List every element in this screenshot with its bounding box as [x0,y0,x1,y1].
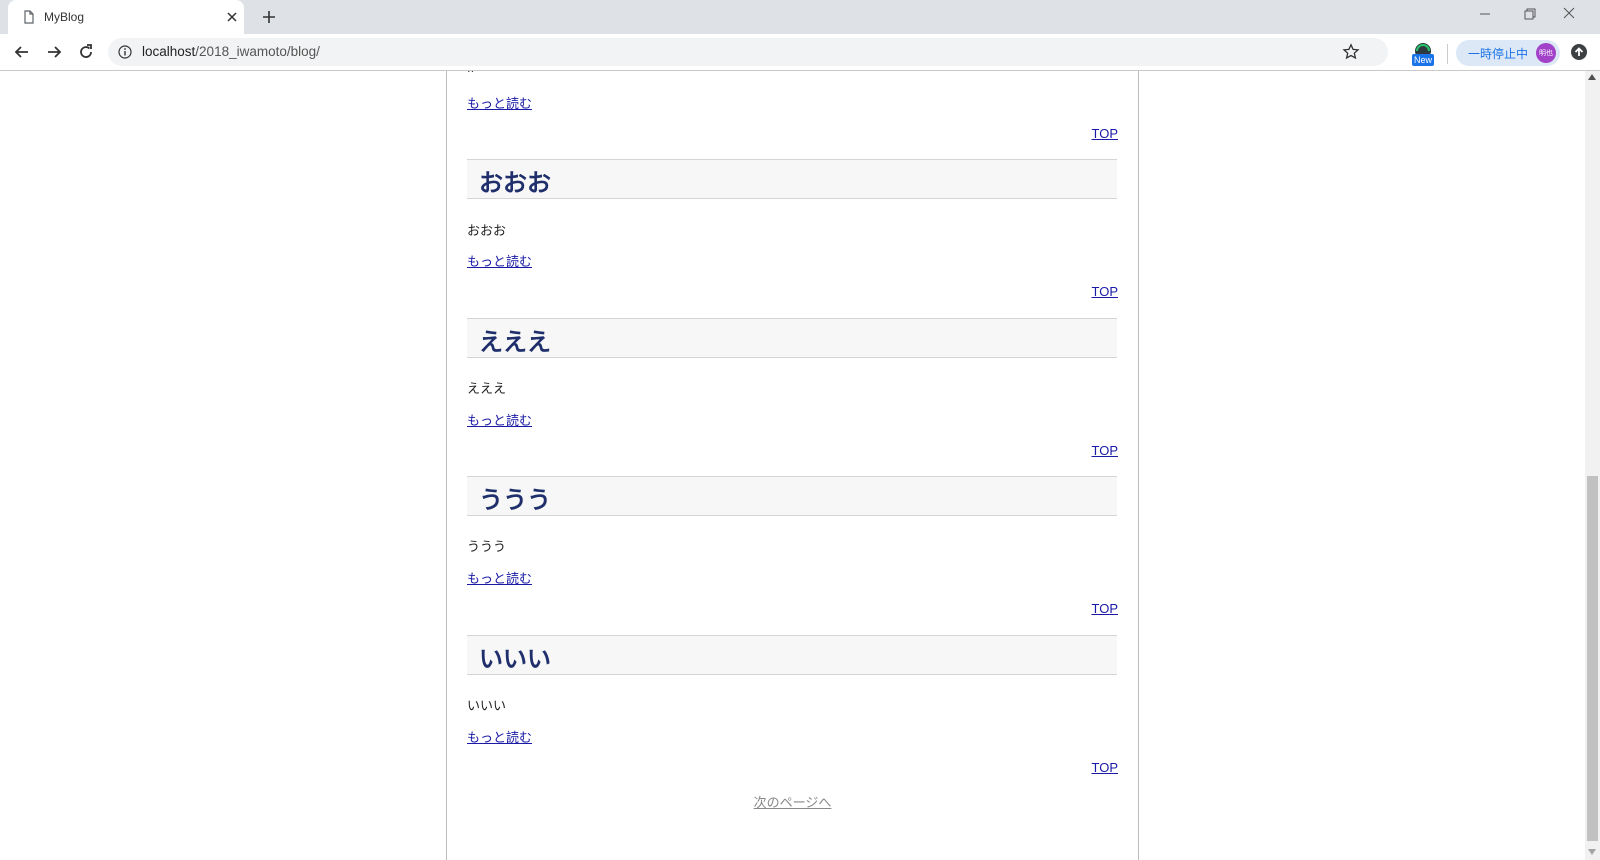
close-tab-icon[interactable] [224,9,240,25]
profile-sync-paused-button[interactable]: 一時停止中 明也 [1456,40,1560,66]
top-link[interactable]: TOP [1092,443,1119,458]
url-text[interactable]: localhost/2018_iwamoto/blog/ [142,44,320,59]
url-path: /2018_iwamoto/blog/ [195,44,320,59]
minimize-icon[interactable] [1470,4,1500,24]
post-body-fragment: ii [467,71,474,76]
scroll-down-arrow-icon[interactable] [1588,849,1596,855]
vertical-scrollbar[interactable] [1585,71,1600,860]
top-link[interactable]: TOP [1092,601,1119,616]
read-more-link[interactable]: もっと読む [467,410,532,429]
post-title: いいい [479,645,551,673]
bookmark-star-icon[interactable] [1342,43,1360,61]
read-more-link[interactable]: もっと読む [467,93,532,112]
top-link[interactable]: TOP [1092,284,1119,299]
toolbar-divider [1447,44,1448,64]
read-more-link[interactable]: もっと読む [467,251,532,270]
sync-paused-label: 一時停止中 [1468,47,1529,61]
post-body: えええ [467,382,507,397]
extension-new-badge: New [1412,54,1435,66]
new-tab-icon[interactable] [260,8,278,26]
scroll-up-arrow-icon[interactable] [1588,74,1596,80]
read-more-link[interactable]: もっと読む [467,727,532,746]
update-menu-icon[interactable] [1570,43,1588,61]
scrollbar-thumb[interactable] [1587,476,1598,841]
post-title-bar: いいい [467,635,1117,675]
blog-content-column: ii もっと読む TOP おおお おおお もっと読む TOP えええ えええ も… [446,71,1139,860]
forward-arrow-icon[interactable] [44,42,64,62]
page-viewport: ii もっと読む TOP おおお おおお もっと読む TOP えええ えええ も… [0,71,1585,860]
post-title: えええ [479,328,551,356]
url-host: localhost [142,44,196,59]
post-body: おおお [467,224,507,239]
top-link[interactable]: TOP [1092,126,1119,141]
tab-strip: MyBlog [0,0,1600,34]
post-title-bar: ううう [467,476,1117,516]
window-close-icon[interactable] [1561,4,1591,24]
info-icon[interactable] [118,45,132,59]
post-title-bar: えええ [467,318,1117,358]
back-arrow-icon[interactable] [12,42,32,62]
top-link[interactable]: TOP [1092,760,1119,775]
post-title: ううう [479,486,551,514]
reload-icon[interactable] [76,42,96,62]
avatar: 明也 [1536,43,1556,63]
restore-icon[interactable] [1515,4,1545,24]
address-bar[interactable]: localhost/2018_iwamoto/blog/ [108,38,1388,66]
read-more-link[interactable]: もっと読む [467,568,532,587]
post-title-bar: おおお [467,159,1117,199]
post-body: ううう [467,540,507,555]
post-body: いいい [467,699,507,714]
document-icon [24,10,34,24]
browser-tab[interactable]: MyBlog [8,0,244,34]
browser-toolbar: localhost/2018_iwamoto/blog/ [0,34,1600,71]
tab-title: MyBlog [44,10,85,24]
post-title: おおお [479,169,551,197]
next-page-link[interactable]: 次のページへ [447,792,1138,811]
